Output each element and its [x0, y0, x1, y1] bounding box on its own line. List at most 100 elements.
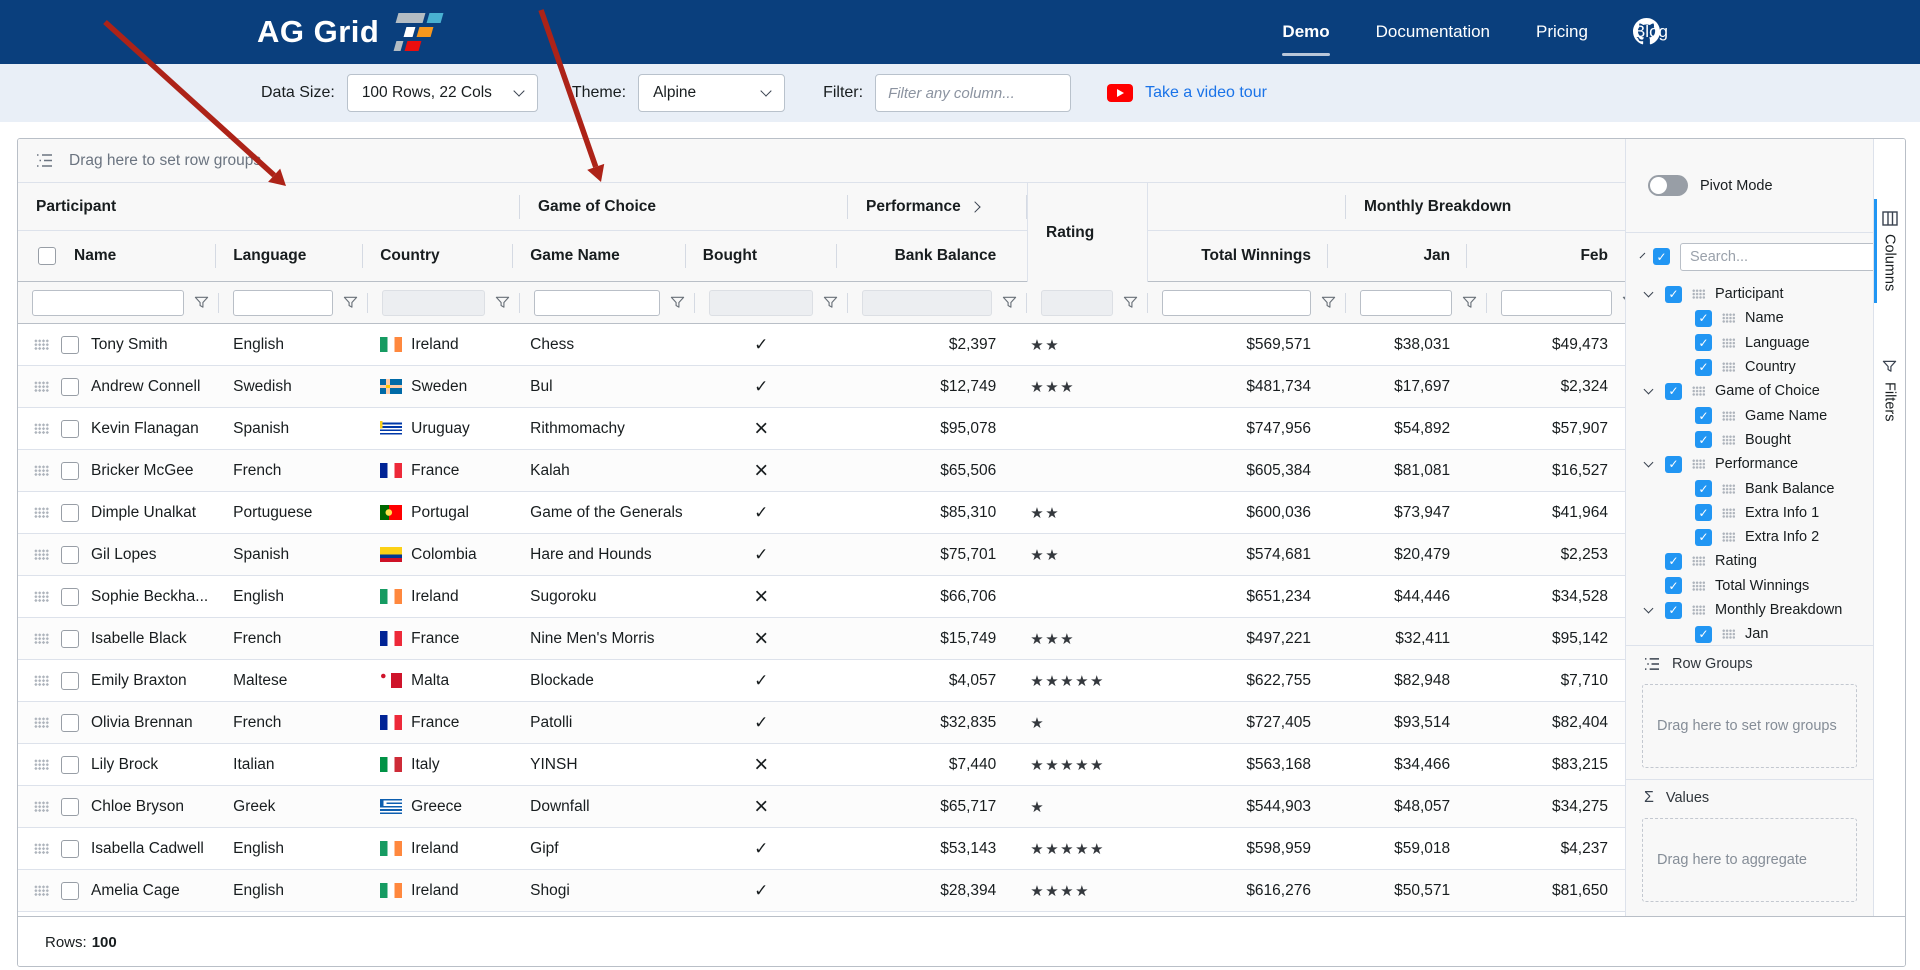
tab-filters[interactable]: Filters — [1874, 347, 1905, 433]
cell-game[interactable]: Shogi — [513, 870, 686, 911]
column-drag-handle[interactable] — [1722, 629, 1735, 639]
column-tree-item-game-of-choice[interactable]: ✓Game of Choice — [1626, 379, 1873, 403]
row-checkbox[interactable] — [61, 588, 79, 606]
column-drag-handle[interactable] — [1722, 313, 1735, 323]
cell-game[interactable]: Gipf — [513, 828, 686, 869]
cell-language[interactable]: Spanish — [216, 534, 363, 575]
filter-input-country[interactable] — [382, 290, 485, 316]
expand-group-icon[interactable] — [969, 201, 980, 212]
cell-language[interactable]: Portuguese — [216, 492, 363, 533]
filter-input-game[interactable] — [534, 290, 660, 316]
filter-funnel-icon[interactable] — [1321, 295, 1336, 310]
column-tree-item-game-name[interactable]: ✓Game Name — [1626, 403, 1873, 427]
column-header-name[interactable]: Name — [18, 231, 216, 281]
column-checkbox[interactable]: ✓ — [1695, 529, 1712, 546]
cell-bought[interactable]: ✓ — [686, 660, 837, 701]
column-drag-handle[interactable] — [1722, 411, 1735, 421]
video-tour-link[interactable]: Take a video tour — [1145, 84, 1267, 102]
cell-feb[interactable]: $34,528 — [1467, 576, 1625, 617]
column-tree-item-participant[interactable]: ✓Participant — [1626, 282, 1873, 306]
cell-name[interactable]: Olivia Brennan — [18, 702, 216, 743]
row-drag-handle[interactable] — [34, 549, 49, 560]
cell-feb[interactable]: $83,215 — [1467, 744, 1625, 785]
row-drag-handle[interactable] — [34, 507, 49, 518]
cell-jan[interactable]: $93,514 — [1328, 702, 1467, 743]
cell-bought[interactable]: × — [686, 576, 837, 617]
cell-name[interactable]: Chloe Bryson — [18, 786, 216, 827]
column-header-language[interactable]: Language — [216, 231, 363, 281]
row-checkbox[interactable] — [61, 546, 79, 564]
cell-winnings[interactable]: $481,734 — [1133, 366, 1328, 407]
row-drag-handle[interactable] — [34, 381, 49, 392]
cell-language[interactable]: Maltese — [216, 660, 363, 701]
values-drop-zone[interactable]: Drag here to aggregate — [1642, 818, 1857, 902]
cell-winnings[interactable]: $605,384 — [1133, 450, 1328, 491]
row-drag-handle[interactable] — [34, 423, 49, 434]
cell-language[interactable]: English — [216, 828, 363, 869]
column-checkbox[interactable]: ✓ — [1695, 626, 1712, 643]
column-tree-item-extra-info-1[interactable]: ✓Extra Info 1 — [1626, 501, 1873, 525]
cell-country[interactable]: Ireland — [363, 576, 513, 617]
cell-rating[interactable]: ★★★★★ — [1013, 828, 1133, 869]
cell-game[interactable]: Hare and Hounds — [513, 534, 686, 575]
column-checkbox[interactable]: ✓ — [1695, 334, 1712, 351]
cell-feb[interactable]: $81,650 — [1467, 870, 1625, 911]
filter-funnel-icon[interactable] — [823, 295, 838, 310]
cell-name[interactable]: Dimple Unalkat — [18, 492, 216, 533]
row-checkbox[interactable] — [61, 462, 79, 480]
cell-bought[interactable]: × — [686, 450, 837, 491]
global-filter-input[interactable] — [875, 74, 1071, 112]
cell-balance[interactable]: $75,701 — [837, 534, 1014, 575]
row-drag-handle[interactable] — [34, 339, 49, 350]
column-tree-item-total-winnings[interactable]: ✓Total Winnings — [1626, 574, 1873, 598]
cell-feb[interactable]: $16,527 — [1467, 450, 1625, 491]
cell-bought[interactable]: ✓ — [686, 534, 837, 575]
cell-bought[interactable]: × — [686, 618, 837, 659]
row-checkbox[interactable] — [61, 378, 79, 396]
row-drag-handle[interactable] — [34, 885, 49, 896]
cell-bought[interactable]: ✓ — [686, 366, 837, 407]
tab-columns[interactable]: Columns — [1874, 199, 1905, 303]
cell-winnings[interactable]: $727,405 — [1133, 702, 1328, 743]
cell-country[interactable]: Italy — [363, 744, 513, 785]
row-checkbox[interactable] — [61, 336, 79, 354]
select-all-checkbox[interactable] — [38, 247, 56, 265]
column-tree-item-rating[interactable]: ✓Rating — [1626, 549, 1873, 573]
cell-feb[interactable]: $82,404 — [1467, 702, 1625, 743]
cell-jan[interactable]: $82,948 — [1328, 660, 1467, 701]
pivot-mode-toggle[interactable] — [1648, 175, 1688, 196]
column-drag-handle[interactable] — [1692, 459, 1705, 469]
cell-jan[interactable]: $59,018 — [1328, 828, 1467, 869]
cell-name[interactable]: Isabella Cadwell — [18, 828, 216, 869]
filter-input-bought[interactable] — [709, 290, 813, 316]
cell-bought[interactable]: ✓ — [686, 828, 837, 869]
cell-name[interactable]: Andrew Connell — [18, 366, 216, 407]
column-tree-item-language[interactable]: ✓Language — [1626, 331, 1873, 355]
row-checkbox[interactable] — [61, 756, 79, 774]
github-icon[interactable] — [1633, 18, 1660, 45]
cell-rating[interactable]: ★★★★★ — [1013, 660, 1133, 701]
filter-funnel-icon[interactable] — [495, 295, 510, 310]
column-checkbox[interactable]: ✓ — [1695, 480, 1712, 497]
filter-funnel-icon[interactable] — [343, 295, 358, 310]
column-drag-handle[interactable] — [1692, 289, 1705, 299]
cell-bought[interactable]: × — [686, 786, 837, 827]
filter-input-balance[interactable] — [862, 290, 992, 316]
cell-name[interactable]: Bricker McGee — [18, 450, 216, 491]
column-checkbox[interactable]: ✓ — [1695, 310, 1712, 327]
cell-language[interactable]: English — [216, 324, 363, 365]
row-checkbox[interactable] — [61, 798, 79, 816]
chevron-down-icon[interactable] — [1641, 608, 1655, 612]
filter-input-winnings[interactable] — [1162, 290, 1311, 316]
column-header-game-name[interactable]: Game Name — [513, 231, 686, 281]
cell-feb[interactable]: $2,324 — [1467, 366, 1625, 407]
cell-country[interactable]: Ireland — [363, 324, 513, 365]
cell-winnings[interactable]: $497,221 — [1133, 618, 1328, 659]
expand-all-chevron-icon[interactable] — [1640, 252, 1646, 258]
column-checkbox[interactable]: ✓ — [1695, 504, 1712, 521]
cell-winnings[interactable]: $544,903 — [1133, 786, 1328, 827]
cell-game[interactable]: Game of the Generals — [513, 492, 686, 533]
column-header-bought[interactable]: Bought — [686, 231, 837, 281]
column-checkbox[interactable]: ✓ — [1695, 431, 1712, 448]
column-drag-handle[interactable] — [1722, 484, 1735, 494]
